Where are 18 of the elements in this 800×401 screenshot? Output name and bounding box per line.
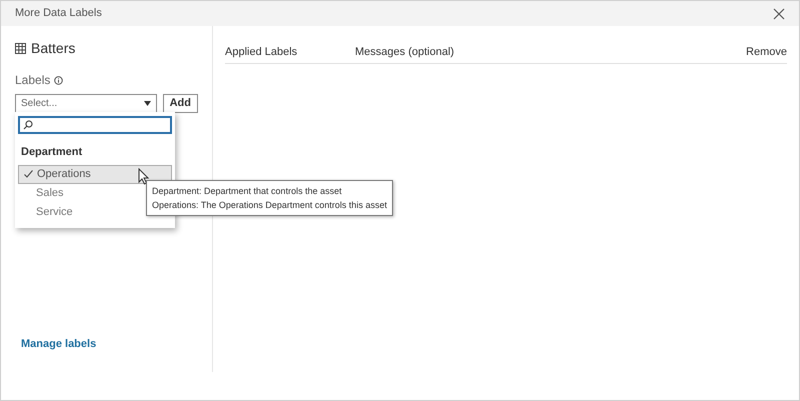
tooltip-line: Department: Department that controls the asset (152, 185, 343, 198)
column-header: Messages (optional) (355, 45, 456, 60)
table-icon (15, 43, 26, 54)
window-title: More Data Labels (15, 6, 102, 22)
asset-name: Batters (31, 39, 76, 58)
column-header: Applied Labels (225, 45, 298, 60)
labels-label: Labels (15, 72, 50, 89)
close-icon[interactable] (773, 8, 785, 20)
checkmark-icon (24, 170, 33, 178)
caret-icon (144, 101, 151, 106)
info-icon[interactable] (54, 76, 64, 84)
manage-labels-link[interactable]: Manage labels (21, 336, 198, 352)
search-icon (23, 120, 33, 130)
group-heading: Department (21, 145, 84, 160)
tooltip-line: Operations: The Operations Department controls this asset (152, 199, 387, 212)
option-item[interactable]: Operations (18, 164, 172, 184)
search-field[interactable] (18, 116, 172, 134)
column-header: Remove (746, 45, 787, 60)
